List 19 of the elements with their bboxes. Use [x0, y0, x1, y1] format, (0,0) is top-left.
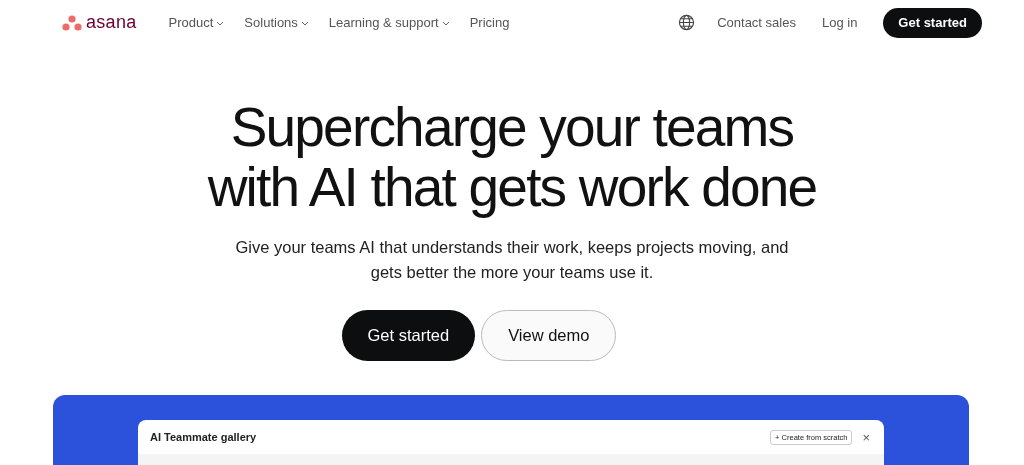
gallery-title: AI Teammate gallery — [150, 431, 257, 443]
nav-link[interactable]: Solutions — [244, 15, 309, 30]
globe-icon[interactable] — [678, 14, 696, 31]
get-started-button[interactable]: Get started — [883, 7, 982, 38]
contact-sales-link[interactable]: Contact sales — [717, 15, 796, 30]
login-link[interactable]: Log in — [821, 15, 858, 30]
nav-link[interactable]: Product — [168, 15, 225, 30]
brand-name[interactable]: asana — [86, 12, 137, 33]
nav-link[interactable]: Pricing — [469, 15, 510, 30]
get-started-button[interactable]: Get started — [341, 310, 476, 361]
chevron-icon — [441, 21, 450, 26]
logo-icon[interactable] — [62, 14, 82, 31]
chevron-icon — [216, 21, 225, 26]
view-demo-button[interactable]: View demo — [481, 310, 617, 361]
chevron-icon — [300, 21, 309, 26]
hero-title: Supercharge your teams with AI that gets work done — [206, 97, 818, 217]
hero-subtitle: Give your teams AI that understands their work, keeps projects moving, and gets better the more your teams use it. — [234, 237, 790, 283]
nav-link[interactable]: Learning & support — [328, 15, 450, 30]
close-button[interactable]: × — [862, 429, 870, 445]
